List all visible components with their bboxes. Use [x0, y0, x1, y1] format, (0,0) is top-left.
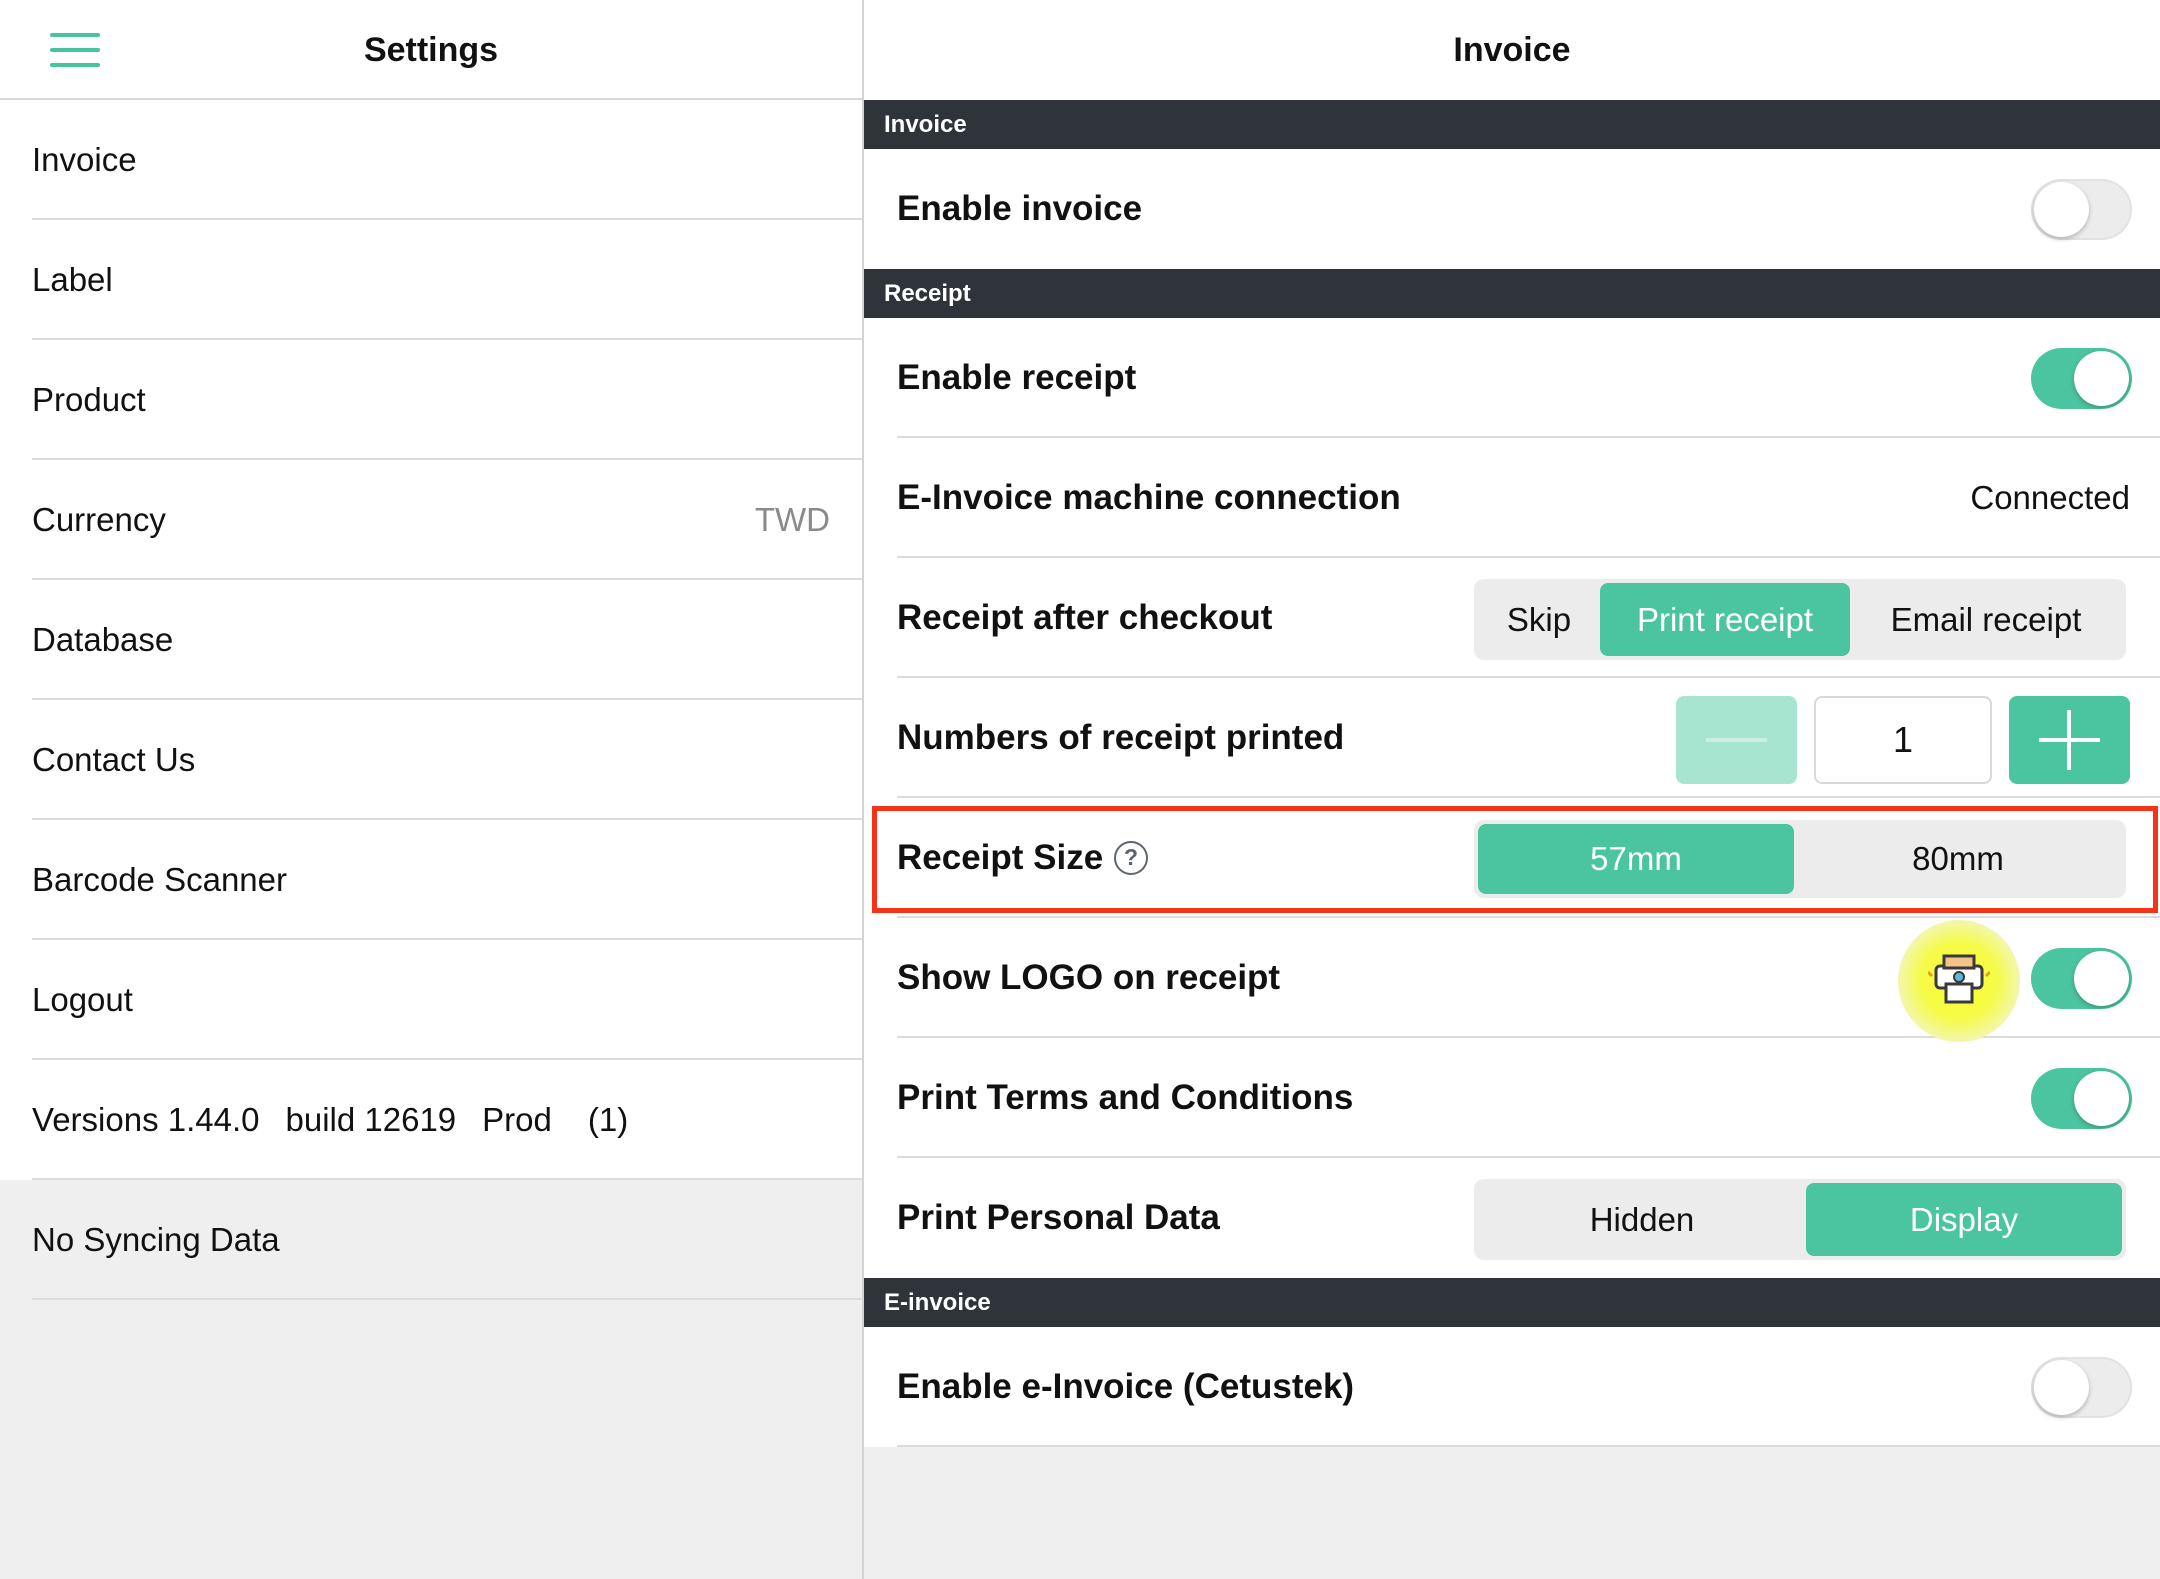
row-enable-invoice: Enable invoice [864, 149, 2160, 269]
environment-count: (1) [587, 1101, 629, 1138]
enable-einvoice-label: Enable e-Invoice (Cetustek) [897, 1367, 1355, 1406]
sidebar-header: Settings [0, 0, 862, 100]
settings-menu: Invoice Label Product Currency TWD Datab… [0, 100, 862, 1300]
numbers-printed-label: Numbers of receipt printed [897, 718, 1345, 757]
panel-title: Invoice [1453, 31, 1571, 69]
menu-item-label: Database [32, 621, 174, 658]
currency-value: TWD [754, 501, 830, 538]
enable-invoice-label: Enable invoice [897, 189, 1143, 228]
build-number: build 12619 [285, 1101, 457, 1138]
machine-connection-label: E-Invoice machine connection [897, 478, 1401, 517]
version-info: Versions 1.44.0 build 12619 Prod (1) [0, 1060, 862, 1180]
row-machine-connection: E-Invoice machine connection Connected [864, 438, 2160, 558]
option-57mm[interactable]: 57mm [1478, 824, 1794, 894]
menu-item-logout[interactable]: Logout [0, 940, 862, 1060]
print-terms-label: Print Terms and Conditions [897, 1078, 1354, 1117]
help-icon[interactable]: ? [1114, 841, 1148, 875]
row-receipt-after-checkout: Receipt after checkout Skip Print receip… [864, 558, 2160, 678]
settings-sidebar: Settings Invoice Label Product Currency … [0, 0, 864, 1579]
version-number: Versions 1.44.0 [32, 1101, 260, 1138]
show-logo-toggle[interactable] [2031, 948, 2132, 1009]
enable-einvoice-toggle[interactable] [2031, 1357, 2132, 1418]
enable-receipt-label: Enable receipt [897, 358, 1137, 397]
menu-item-label: Label [32, 261, 113, 298]
minus-icon [1706, 738, 1767, 742]
option-skip[interactable]: Skip [1478, 583, 1600, 656]
enable-receipt-toggle[interactable] [2031, 348, 2132, 409]
option-print-receipt[interactable]: Print receipt [1600, 583, 1850, 656]
show-logo-label: Show LOGO on receipt [897, 958, 1281, 997]
sync-status: No Syncing Data [0, 1180, 862, 1300]
row-enable-einvoice: Enable e-Invoice (Cetustek) [864, 1327, 2160, 1447]
row-numbers-printed: Numbers of receipt printed 1 [864, 678, 2160, 798]
quantity-stepper[interactable]: 1 [1814, 696, 1992, 784]
row-print-terms: Print Terms and Conditions [864, 1038, 2160, 1158]
increment-button[interactable] [2009, 696, 2130, 784]
version-row: Versions 1.44.0 build 12619 Prod (1) [32, 1060, 628, 1180]
tap-indicator-icon [1898, 920, 2020, 1042]
option-display[interactable]: Display [1806, 1183, 2122, 1256]
menu-item-label: Invoice [32, 141, 137, 178]
panel-header: Invoice [864, 0, 2160, 100]
receipt-after-checkout-label: Receipt after checkout [897, 598, 1273, 637]
menu-item-label-settings[interactable]: Label [0, 220, 862, 340]
section-header-receipt: Receipt [864, 269, 2160, 318]
sync-status-label: No Syncing Data [32, 1221, 280, 1258]
option-80mm[interactable]: 80mm [1794, 824, 2122, 894]
print-terms-toggle[interactable] [2031, 1068, 2132, 1129]
menu-item-product[interactable]: Product [0, 340, 862, 460]
invoice-settings-panel: Invoice Invoice Enable invoice Receipt E… [864, 0, 2160, 1579]
section-header-einvoice: E-invoice [864, 1278, 2160, 1327]
machine-connection-status: Connected [1970, 479, 2130, 516]
plus-icon [2067, 710, 2071, 770]
print-personal-data-segmented: Hidden Display [1474, 1179, 2126, 1260]
menu-item-invoice[interactable]: Invoice [0, 100, 862, 220]
menu-item-label: Logout [32, 981, 133, 1018]
receipt-after-checkout-segmented: Skip Print receipt Email receipt [1474, 579, 2126, 660]
menu-item-label: Currency [32, 501, 166, 538]
decrement-button[interactable] [1676, 696, 1797, 784]
section-header-invoice: Invoice [864, 100, 2160, 149]
hamburger-menu-icon[interactable] [50, 33, 100, 67]
sidebar-title: Settings [363, 31, 499, 69]
receipt-size-label: Receipt Size [897, 838, 1104, 877]
printer-logo-icon [1928, 954, 1990, 1004]
menu-item-label: Contact Us [32, 741, 196, 778]
option-hidden[interactable]: Hidden [1478, 1183, 1806, 1256]
menu-item-barcode-scanner[interactable]: Barcode Scanner [0, 820, 862, 940]
environment-label: Prod [482, 1101, 552, 1138]
enable-invoice-toggle[interactable] [2031, 179, 2132, 240]
row-receipt-size: Receipt Size ? 57mm 80mm [864, 798, 2160, 918]
menu-item-label: Product [32, 381, 146, 418]
receipt-size-segmented: 57mm 80mm [1474, 820, 2126, 898]
menu-item-currency[interactable]: Currency TWD [0, 460, 862, 580]
menu-item-database[interactable]: Database [0, 580, 862, 700]
print-personal-data-label: Print Personal Data [897, 1198, 1220, 1237]
option-email-receipt[interactable]: Email receipt [1850, 583, 2122, 656]
row-enable-receipt: Enable receipt [864, 318, 2160, 438]
menu-item-contact-us[interactable]: Contact Us [0, 700, 862, 820]
menu-item-label: Barcode Scanner [32, 861, 287, 898]
row-print-personal-data: Print Personal Data Hidden Display [864, 1158, 2160, 1278]
